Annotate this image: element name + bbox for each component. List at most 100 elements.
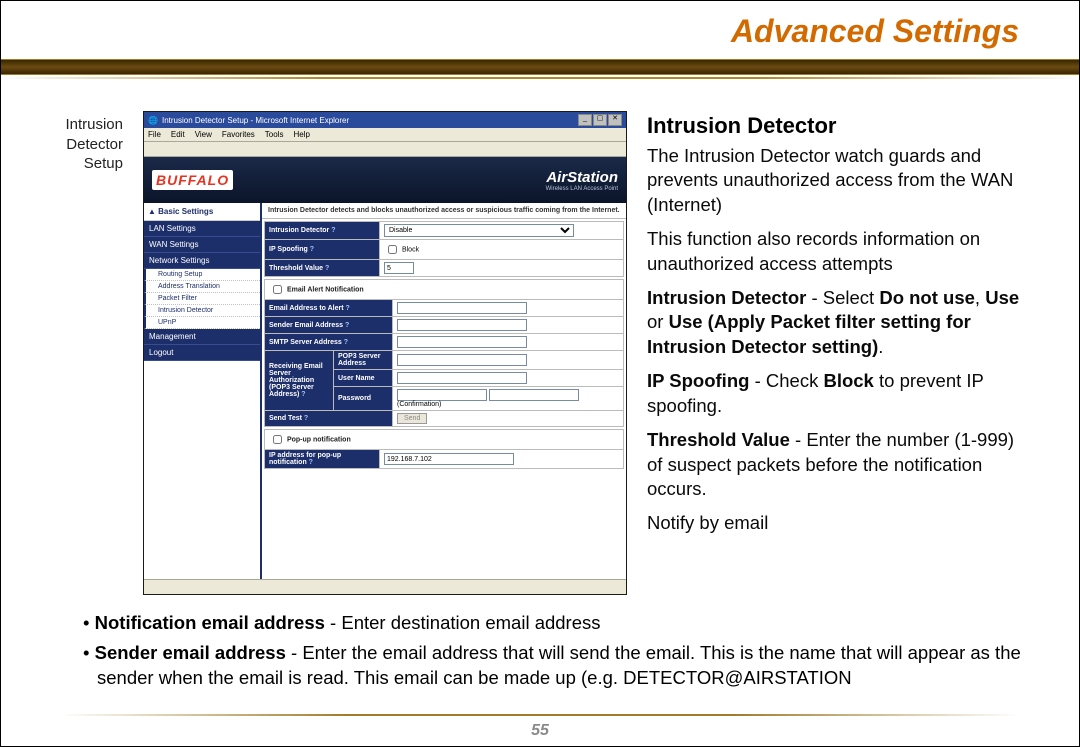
nav-network-settings[interactable]: Network Settings bbox=[144, 253, 260, 269]
label-popup-ip: IP address for pop-up notification ? bbox=[265, 450, 380, 469]
desc-notify: Notify by email bbox=[647, 511, 1023, 535]
input-username[interactable] bbox=[397, 372, 527, 384]
window-title-text: Intrusion Detector Setup - Microsoft Int… bbox=[162, 116, 349, 125]
screenshot-browser-window: 🌐 Intrusion Detector Setup - Microsoft I… bbox=[143, 111, 627, 595]
checkbox-popup[interactable] bbox=[273, 435, 282, 444]
label-intrusion-detector: Intrusion Detector ? bbox=[265, 222, 380, 240]
form-panel: Intrusion Detector detects and blocks un… bbox=[262, 203, 626, 581]
buffalo-logo: BUFFALO bbox=[152, 170, 233, 190]
help-icon[interactable]: ? bbox=[331, 227, 335, 234]
page-number: 55 bbox=[1, 722, 1079, 740]
send-test-button[interactable]: Send bbox=[397, 413, 427, 424]
input-email-to[interactable] bbox=[397, 302, 527, 314]
select-intrusion-detector[interactable]: Disable bbox=[384, 224, 574, 237]
nav-intrusion-detector[interactable]: Intrusion Detector bbox=[144, 305, 260, 317]
screenshot-caption: Intrusion Detector Setup bbox=[57, 111, 123, 595]
desc-threshold: Threshold Value - Enter the number (1-99… bbox=[647, 428, 1023, 501]
label-password: Password bbox=[334, 387, 393, 411]
window-buttons: _ ▢ ✕ bbox=[578, 114, 622, 126]
browser-toolbar bbox=[144, 142, 626, 157]
input-password-confirm[interactable] bbox=[489, 389, 579, 401]
label-ip-spoofing: IP Spoofing ? bbox=[265, 240, 380, 260]
airstation-subtitle: Wireless LAN Access Point bbox=[546, 186, 618, 192]
header-rule-thin bbox=[1, 77, 1079, 79]
label-threshold: Threshold Value ? bbox=[265, 260, 380, 277]
content-area: Intrusion Detector Setup 🌐 Intrusion Det… bbox=[57, 111, 1023, 706]
caption-line: Setup bbox=[84, 155, 123, 172]
confirm-label: (Confirmation) bbox=[397, 401, 441, 408]
label-username: User Name bbox=[334, 370, 393, 387]
form-table-top: Intrusion Detector ? Disable IP Spoofing… bbox=[264, 221, 624, 277]
input-password[interactable] bbox=[397, 389, 487, 401]
header-band: Advanced Settings bbox=[1, 1, 1079, 83]
caption-line: Intrusion bbox=[65, 116, 123, 133]
page-header-title: Advanced Settings bbox=[731, 13, 1019, 50]
help-icon[interactable]: ? bbox=[325, 265, 329, 272]
header-rule-thick bbox=[1, 59, 1079, 75]
menu-edit[interactable]: Edit bbox=[171, 130, 185, 139]
bullet-sender-email: • Sender email address - Enter the email… bbox=[97, 641, 1023, 690]
nav-address-translation[interactable]: Address Translation bbox=[144, 281, 260, 293]
bullet-list: • Notification email address - Enter des… bbox=[57, 611, 1023, 696]
nav-management[interactable]: Management bbox=[144, 329, 260, 345]
popup-label: Pop-up notification bbox=[287, 436, 351, 443]
help-icon[interactable]: ? bbox=[310, 246, 314, 253]
nav-routing-setup[interactable]: Routing Setup bbox=[144, 269, 260, 281]
window-titlebar: 🌐 Intrusion Detector Setup - Microsoft I… bbox=[144, 112, 626, 128]
help-icon[interactable]: ? bbox=[304, 415, 308, 422]
bullet-notification-email: • Notification email address - Enter des… bbox=[97, 611, 1023, 635]
form-table-popup: Pop-up notification IP address for pop-u… bbox=[264, 429, 624, 469]
top-row: Intrusion Detector Setup 🌐 Intrusion Det… bbox=[57, 111, 1023, 595]
label-smtp: SMTP Server Address ? bbox=[265, 334, 393, 351]
nav-wan-settings[interactable]: WAN Settings bbox=[144, 237, 260, 253]
close-button[interactable]: ✕ bbox=[608, 114, 622, 126]
input-pop3[interactable] bbox=[397, 354, 527, 366]
menu-file[interactable]: File bbox=[148, 130, 161, 139]
browser-menubar: File Edit View Favorites Tools Help bbox=[144, 128, 626, 142]
input-smtp[interactable] bbox=[397, 336, 527, 348]
desc-p2: This function also records information o… bbox=[647, 227, 1023, 276]
input-sender[interactable] bbox=[397, 319, 527, 331]
help-icon[interactable]: ? bbox=[346, 305, 350, 312]
menu-tools[interactable]: Tools bbox=[265, 130, 284, 139]
browser-status-bar bbox=[144, 579, 626, 594]
input-popup-ip[interactable] bbox=[384, 453, 514, 465]
caption-line: Detector bbox=[66, 136, 123, 153]
page-frame: Advanced Settings Intrusion Detector Set… bbox=[0, 0, 1080, 747]
menu-favorites[interactable]: Favorites bbox=[222, 130, 255, 139]
sidebar-nav: ▲ Basic Settings LAN Settings WAN Settin… bbox=[144, 203, 262, 581]
help-icon[interactable]: ? bbox=[345, 322, 349, 329]
menu-view[interactable]: View bbox=[195, 130, 212, 139]
page-brand-bar: BUFFALO AirStation Wireless LAN Access P… bbox=[144, 157, 626, 203]
desc-p1: The Intrusion Detector watch guards and … bbox=[647, 144, 1023, 217]
help-icon[interactable]: ? bbox=[309, 459, 313, 466]
nav-header-basic[interactable]: ▲ Basic Settings bbox=[144, 203, 260, 221]
label-recv-section: Receiving Email Server Authorization (PO… bbox=[265, 351, 334, 411]
nav-lan-settings[interactable]: LAN Settings bbox=[144, 221, 260, 237]
footer-rule bbox=[61, 714, 1019, 716]
checkbox-email-alert[interactable] bbox=[273, 285, 282, 294]
checkbox-block[interactable] bbox=[388, 245, 397, 254]
help-icon[interactable]: ? bbox=[344, 339, 348, 346]
desc-ip: IP Spoofing - Check Block to prevent IP … bbox=[647, 369, 1023, 418]
nav-upnp[interactable]: UPnP bbox=[144, 317, 260, 329]
help-icon[interactable]: ? bbox=[301, 391, 305, 398]
description-column: Intrusion Detector The Intrusion Detecto… bbox=[647, 111, 1023, 595]
nav-packet-filter[interactable]: Packet Filter bbox=[144, 293, 260, 305]
airstation-text: AirStation bbox=[546, 169, 618, 186]
input-threshold[interactable] bbox=[384, 262, 414, 274]
minimize-button[interactable]: _ bbox=[578, 114, 592, 126]
page-body: ▲ Basic Settings LAN Settings WAN Settin… bbox=[144, 203, 626, 581]
label-pop3: POP3 Server Address bbox=[334, 351, 393, 370]
label-sender: Sender Email Address ? bbox=[265, 317, 393, 334]
email-alert-label: Email Alert Notification bbox=[287, 286, 364, 293]
airstation-logo: AirStation Wireless LAN Access Point bbox=[546, 169, 618, 192]
label-email-to: Email Address to Alert ? bbox=[265, 300, 393, 317]
form-description: Intrusion Detector detects and blocks un… bbox=[262, 203, 626, 219]
maximize-button[interactable]: ▢ bbox=[593, 114, 607, 126]
desc-id: Intrusion Detector - Select Do not use, … bbox=[647, 286, 1023, 359]
form-table-email: Email Alert Notification Email Address t… bbox=[264, 279, 624, 427]
nav-logout[interactable]: Logout bbox=[144, 345, 260, 361]
label-send-test: Send Test ? bbox=[265, 411, 393, 427]
menu-help[interactable]: Help bbox=[293, 130, 309, 139]
